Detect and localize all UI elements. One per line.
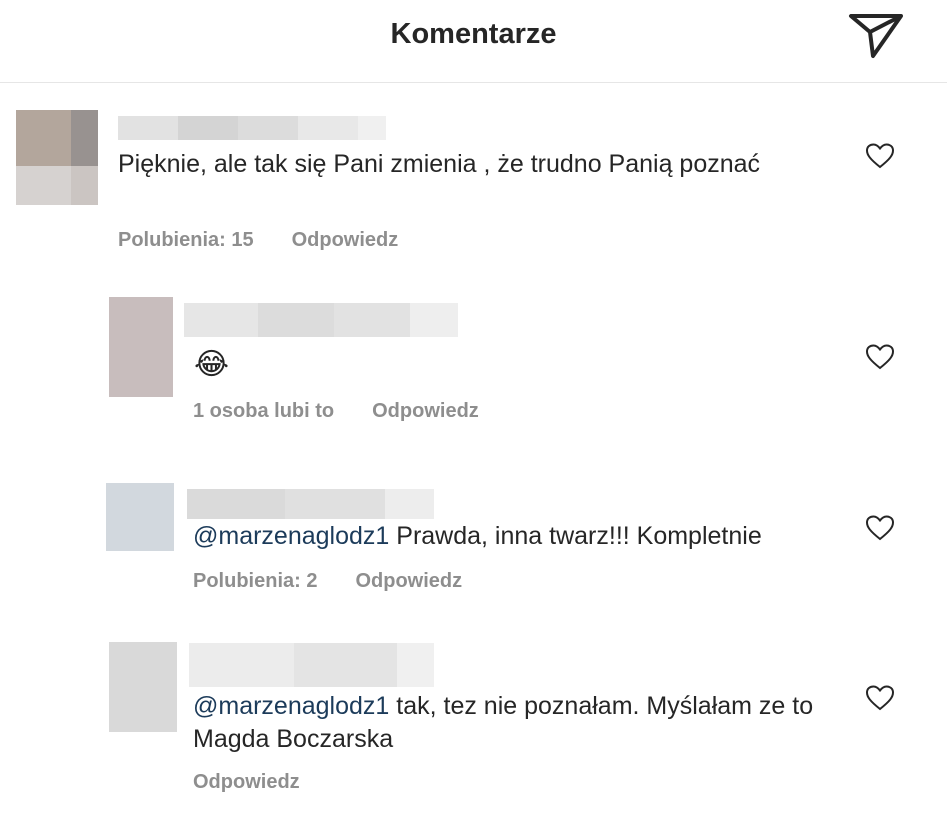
comment-text: @marzenaglodz1 Prawda, inna twarz!!! Kom… bbox=[193, 520, 853, 553]
avatar[interactable] bbox=[109, 297, 173, 397]
reply-comment-item: 😂 1 osoba lubi to Odpowiedz bbox=[0, 290, 947, 440]
page-title: Komentarze bbox=[390, 18, 557, 50]
comment-item: Pięknie, ale tak się Pani zmienia , że t… bbox=[0, 100, 947, 270]
reply-comment-item: @marzenaglodz1 Prawda, inna twarz!!! Kom… bbox=[0, 480, 947, 600]
mention-link[interactable]: @marzenaglodz1 bbox=[193, 522, 389, 550]
username-redacted[interactable] bbox=[118, 116, 386, 140]
mention-link[interactable]: @marzenaglodz1 bbox=[193, 692, 389, 720]
heart-outline-icon[interactable] bbox=[866, 515, 894, 541]
reply-button[interactable]: Odpowiedz bbox=[292, 229, 399, 251]
reply-button[interactable]: Odpowiedz bbox=[193, 771, 300, 793]
reply-comment-item: @marzenaglodz1 tak, tez nie poznałam. My… bbox=[0, 638, 947, 808]
heart-outline-icon[interactable] bbox=[866, 344, 894, 370]
reply-button[interactable]: Odpowiedz bbox=[355, 570, 462, 592]
username-redacted[interactable] bbox=[187, 489, 434, 519]
avatar[interactable] bbox=[16, 110, 98, 205]
likes-count[interactable]: 1 osoba lubi to bbox=[193, 400, 334, 422]
likes-count[interactable]: Polubienia: 2 bbox=[193, 570, 317, 592]
comment-meta: Odpowiedz bbox=[193, 771, 300, 794]
comment-meta: 1 osoba lubi to Odpowiedz bbox=[193, 400, 479, 423]
username-redacted[interactable] bbox=[189, 643, 434, 687]
heart-outline-icon[interactable] bbox=[866, 685, 894, 711]
username-redacted[interactable] bbox=[184, 303, 458, 337]
avatar[interactable] bbox=[109, 642, 177, 732]
likes-count[interactable]: Polubienia: 15 bbox=[118, 229, 254, 251]
comment-text: @marzenaglodz1 tak, tez nie poznałam. My… bbox=[193, 690, 843, 756]
paper-plane-icon[interactable] bbox=[848, 10, 904, 60]
comment-meta: Polubienia: 2 Odpowiedz bbox=[193, 570, 462, 593]
comment-body: Pięknie, ale tak się Pani zmienia , że t… bbox=[118, 150, 761, 178]
reply-button[interactable]: Odpowiedz bbox=[372, 400, 479, 422]
avatar[interactable] bbox=[106, 483, 174, 551]
comment-text: Pięknie, ale tak się Pani zmienia , że t… bbox=[118, 148, 798, 181]
comment-meta: Polubienia: 15 Odpowiedz bbox=[118, 229, 398, 252]
comment-emoji: 😂 bbox=[194, 348, 230, 381]
header-bar: Komentarze bbox=[0, 0, 947, 83]
heart-outline-icon[interactable] bbox=[866, 143, 894, 169]
comment-body: Prawda, inna twarz!!! Kompletnie bbox=[389, 522, 762, 550]
